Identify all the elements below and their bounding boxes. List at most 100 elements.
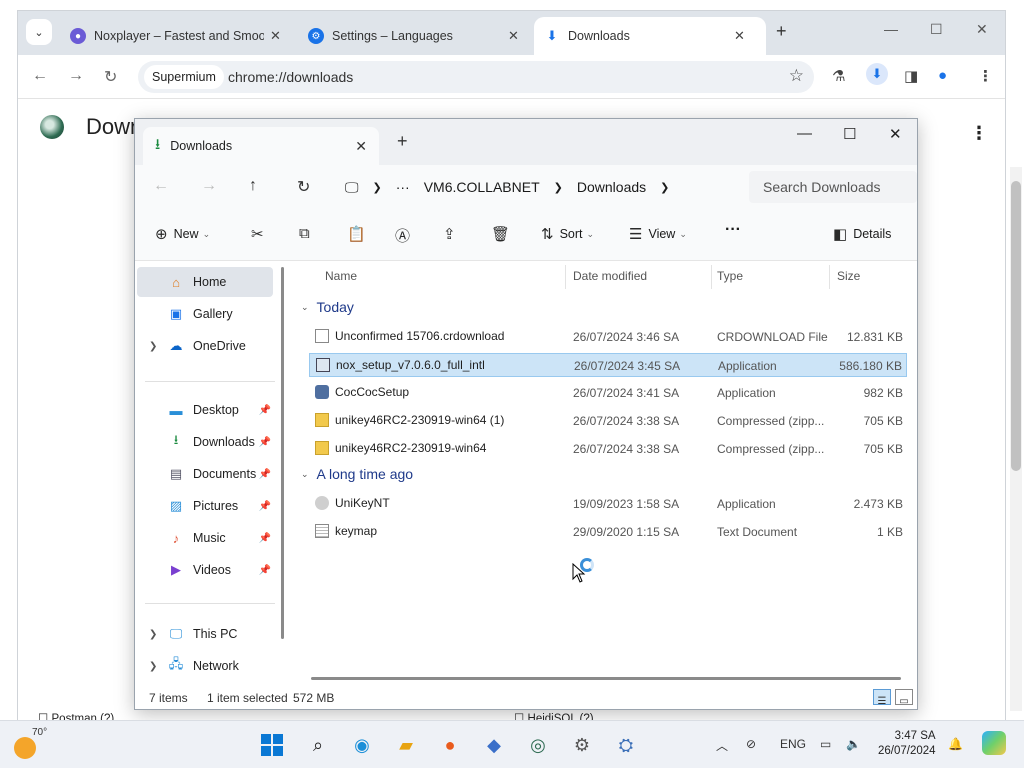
app-icon[interactable]: ⛭: [612, 731, 640, 759]
search-input[interactable]: Search Downloads: [749, 171, 917, 203]
copy-button[interactable]: ⧉: [299, 225, 316, 242]
rename-button[interactable]: Ⓐ: [395, 225, 416, 246]
column-divider[interactable]: [829, 265, 830, 289]
column-divider[interactable]: [711, 265, 712, 289]
browser-tab-noxplayer[interactable]: ● Noxplayer – Fastest and Smoot ✕: [60, 17, 291, 55]
chevron-right-icon[interactable]: ❯: [373, 181, 382, 194]
breadcrumb[interactable]: 🖵 ❯ ··· VM6.COLLABNET ❯ Downloads ❯: [345, 171, 739, 203]
system-clock[interactable]: 3:47 SA 26/07/2024: [878, 729, 936, 759]
browser-tab-settings[interactable]: ⚙ Settings – Languages ✕: [298, 17, 529, 55]
url-text[interactable]: chrome://downloads: [228, 69, 353, 85]
tab-search-button[interactable]: ⌄: [26, 19, 52, 45]
downloads-toolbar-icon[interactable]: ⬇: [866, 63, 888, 85]
new-tab-button[interactable]: +: [776, 21, 787, 42]
table-row[interactable]: Unconfirmed 15706.crdownload 26/07/2024 …: [309, 325, 907, 349]
close-window-button[interactable]: ✕: [976, 21, 988, 38]
tray-overflow-chevron-icon[interactable]: ︿: [716, 737, 728, 754]
table-row-selected[interactable]: nox_setup_v7.0.6.0_full_intl 26/07/2024 …: [309, 353, 907, 377]
explorer-tab-downloads[interactable]: ⭳ Downloads ✕: [143, 127, 379, 165]
sort-button[interactable]: ⇅ Sort ⌄: [541, 225, 594, 243]
reload-button[interactable]: ↻: [104, 67, 117, 87]
nav-item-music[interactable]: ♪ Music 📌: [137, 523, 273, 553]
nav-item-home[interactable]: ⌂ Home: [137, 267, 273, 297]
close-tab-icon[interactable]: ✕: [508, 28, 519, 44]
monitor-icon[interactable]: 🖵: [345, 179, 359, 196]
refresh-button[interactable]: ↻: [297, 177, 310, 197]
network-disconnected-icon[interactable]: ⊘: [746, 737, 756, 751]
weather-widget[interactable]: 70°: [14, 727, 47, 759]
browser-tab-downloads[interactable]: ⬇ Downloads ✕: [534, 17, 766, 55]
menu-kebab-icon[interactable]: ⋮: [978, 67, 993, 85]
search-icon[interactable]: ⌕: [304, 731, 332, 759]
nav-item-gallery[interactable]: ▣ Gallery: [137, 299, 273, 329]
supermium-icon[interactable]: ◎: [524, 731, 552, 759]
windows-start-icon[interactable]: [258, 731, 286, 759]
display-icon[interactable]: ▭: [820, 737, 831, 751]
table-row[interactable]: UniKeyNT 19/09/2023 1:58 SA Application …: [309, 492, 907, 516]
back-button[interactable]: ←: [32, 67, 48, 85]
nav-item-this-pc[interactable]: ❯ 🖵 This PC: [137, 619, 273, 649]
file-explorer-icon[interactable]: ▰: [392, 731, 420, 759]
close-tab-icon[interactable]: ✕: [355, 138, 367, 155]
minimize-button[interactable]: —: [797, 125, 812, 142]
chevron-right-icon[interactable]: ❯: [149, 661, 157, 672]
column-header-type[interactable]: Type: [717, 269, 743, 283]
column-divider[interactable]: [565, 265, 566, 289]
nav-item-downloads[interactable]: ⭳ Downloads 📌: [137, 427, 273, 457]
column-header-date[interactable]: Date modified: [573, 269, 647, 283]
page-menu-kebab-icon[interactable]: ⋮: [970, 123, 988, 144]
close-tab-icon[interactable]: ✕: [270, 28, 281, 44]
nav-pane-scrollbar[interactable]: [281, 267, 284, 639]
details-view-button[interactable]: ☰: [873, 689, 891, 707]
copilot-icon[interactable]: [982, 731, 1006, 755]
profile-avatar-icon[interactable]: ●: [938, 67, 947, 84]
group-header-today[interactable]: ⌄ Today: [301, 299, 354, 315]
labs-flask-icon[interactable]: ⚗: [832, 67, 845, 85]
table-row[interactable]: unikey46RC2-230919-win64 (1) 26/07/2024 …: [309, 409, 907, 433]
table-row[interactable]: CocCocSetup 26/07/2024 3:41 SA Applicati…: [309, 381, 907, 405]
chevron-right-icon[interactable]: ❯: [554, 181, 563, 194]
forward-button[interactable]: →: [68, 67, 84, 85]
tiles-view-button[interactable]: ▭: [895, 689, 913, 707]
column-header-name[interactable]: Name: [325, 269, 357, 283]
chevron-right-icon[interactable]: ❯: [149, 629, 157, 640]
horizontal-scrollbar[interactable]: [311, 677, 901, 680]
chevron-right-icon[interactable]: ❯: [660, 181, 669, 194]
details-pane-button[interactable]: ◧ Details: [833, 225, 891, 243]
nav-item-documents[interactable]: ▤ Documents 📌: [137, 459, 273, 489]
maximize-button[interactable]: ☐: [843, 125, 856, 143]
nav-item-onedrive[interactable]: ❯ ☁ OneDrive: [137, 331, 273, 361]
firefox-icon[interactable]: ●: [436, 731, 464, 759]
close-window-button[interactable]: ✕: [889, 125, 902, 143]
visual-studio-icon[interactable]: ◆: [480, 731, 508, 759]
more-options-icon[interactable]: ···: [725, 221, 741, 239]
scrollbar-thumb[interactable]: [1011, 181, 1021, 471]
side-panel-icon[interactable]: ◨: [904, 67, 918, 85]
speaker-icon[interactable]: 🔈: [846, 737, 861, 751]
close-tab-icon[interactable]: ✕: [734, 28, 745, 44]
overflow-dots-icon[interactable]: ···: [396, 179, 410, 195]
table-row[interactable]: keymap 29/09/2020 1:15 SA Text Document …: [309, 520, 907, 544]
delete-button[interactable]: 🗑: [491, 225, 516, 243]
edge-browser-icon[interactable]: ◉: [348, 731, 376, 759]
nav-item-pictures[interactable]: ▨ Pictures 📌: [137, 491, 273, 521]
chevron-right-icon[interactable]: ❯: [149, 341, 157, 352]
cut-button[interactable]: ✂: [251, 225, 270, 243]
nav-item-videos[interactable]: ▶ Videos 📌: [137, 555, 273, 585]
bookmark-star-icon[interactable]: ☆: [789, 66, 804, 86]
table-row[interactable]: unikey46RC2-230919-win64 26/07/2024 3:38…: [309, 437, 907, 461]
group-header-older[interactable]: ⌄ A long time ago: [301, 466, 413, 482]
address-bar[interactable]: Supermium chrome://downloads ☆: [138, 61, 814, 93]
paste-button[interactable]: 📋: [347, 225, 372, 243]
nav-item-desktop[interactable]: ▬ Desktop 📌: [137, 395, 273, 425]
column-header-size[interactable]: Size: [837, 269, 860, 283]
back-button[interactable]: ←: [153, 177, 169, 195]
language-indicator[interactable]: ENG: [780, 737, 806, 751]
explorer-new-tab-button[interactable]: +: [397, 131, 408, 152]
notification-bell-icon[interactable]: 🔔: [948, 737, 963, 751]
view-button[interactable]: ☰ View ⌄: [629, 225, 687, 243]
breadcrumb-item-downloads[interactable]: Downloads: [577, 179, 646, 195]
share-button[interactable]: ⇪: [443, 225, 462, 243]
forward-button[interactable]: →: [201, 177, 217, 195]
page-scrollbar[interactable]: [1010, 167, 1022, 711]
